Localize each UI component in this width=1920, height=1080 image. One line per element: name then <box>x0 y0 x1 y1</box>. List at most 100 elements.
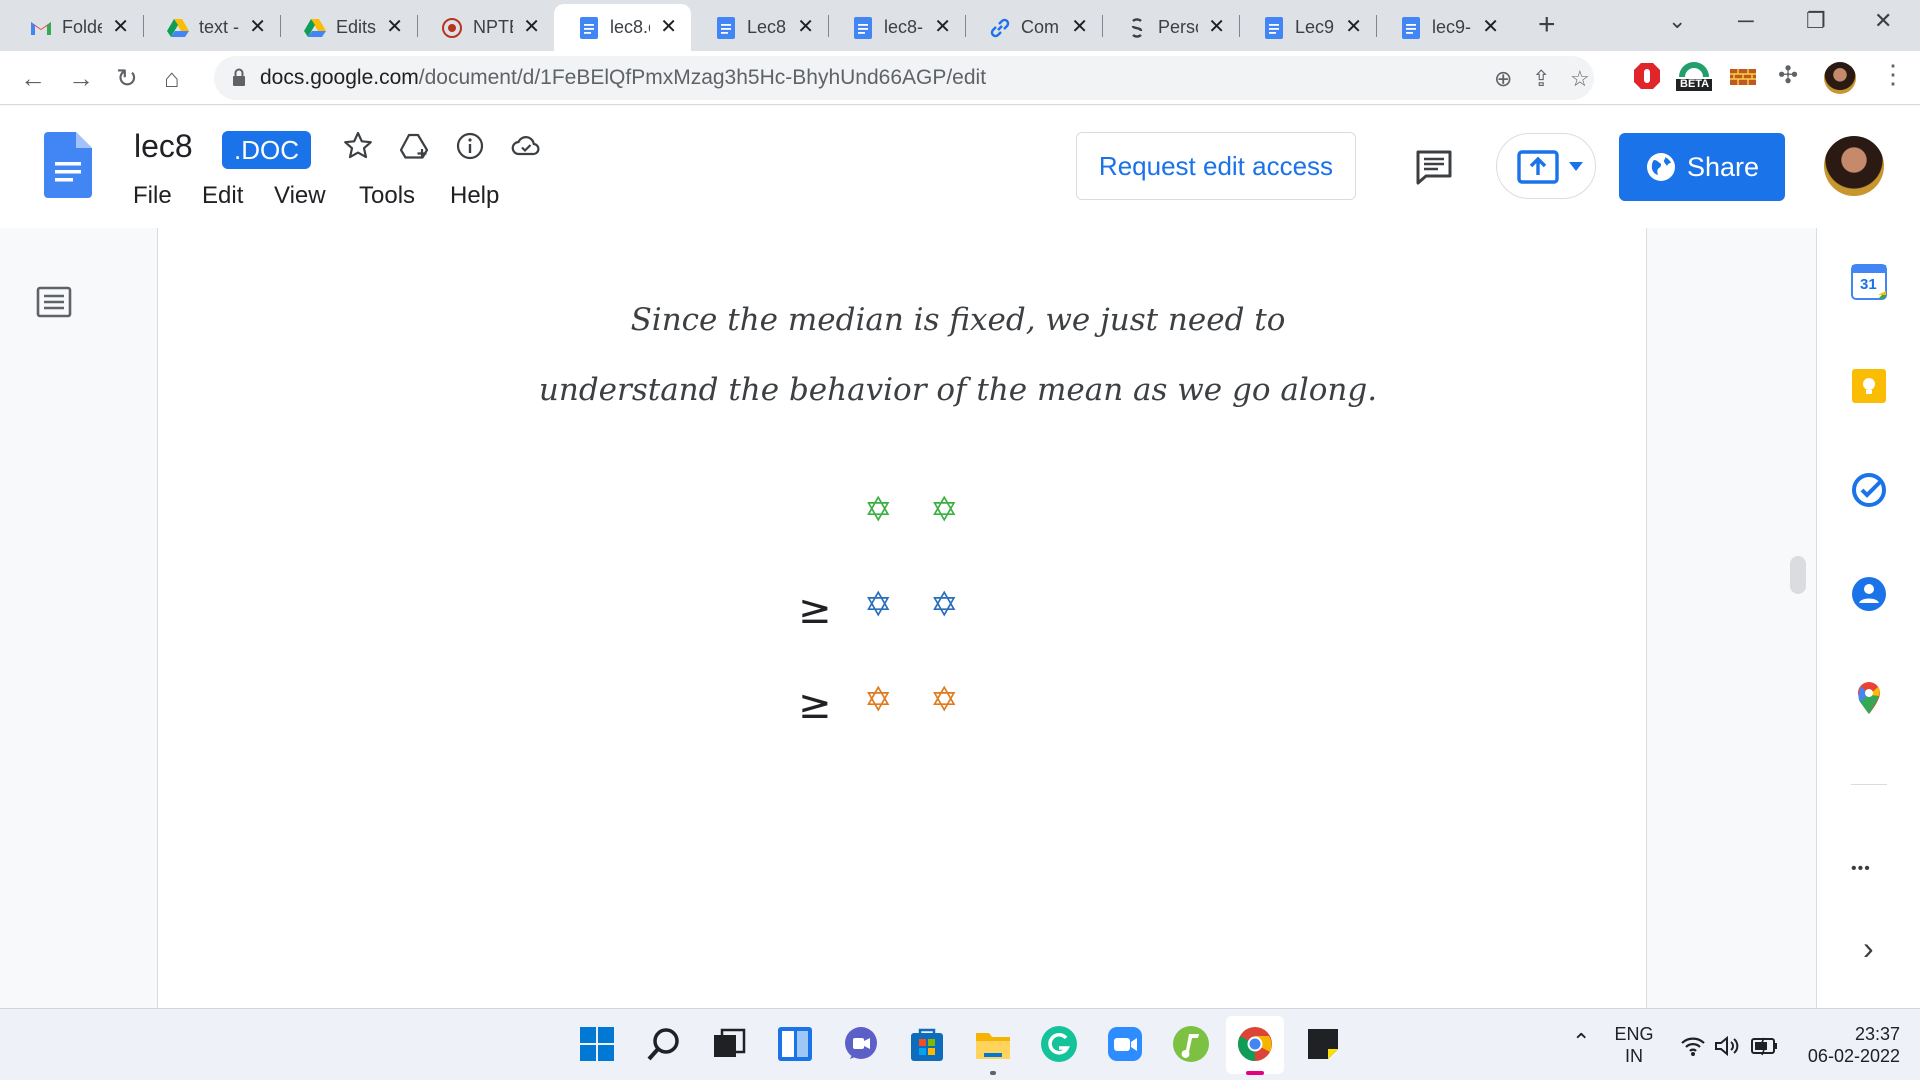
lock-icon[interactable] <box>232 68 246 86</box>
zoom-icon[interactable]: ⊕ <box>1494 66 1512 92</box>
tab-separator <box>280 15 281 37</box>
docs-logo-icon[interactable] <box>44 132 92 198</box>
close-tab-icon[interactable]: ✕ <box>386 15 403 39</box>
tab-title: text - <box>199 17 239 37</box>
menu-file[interactable]: File <box>133 182 172 210</box>
star-symbol: ✡ <box>864 680 893 720</box>
document-page[interactable]: Since the median is fixed, we just need … <box>157 228 1647 1008</box>
extensions-puzzle-icon[interactable]: ✣ <box>1778 61 1798 90</box>
close-tab-icon[interactable]: ✕ <box>523 15 540 39</box>
widgets-icon[interactable] <box>776 1025 814 1063</box>
close-tab-icon[interactable]: ✕ <box>934 15 951 39</box>
scrollbar-thumb[interactable] <box>1790 556 1806 594</box>
maps-icon[interactable] <box>1851 680 1887 716</box>
zoom-app-icon[interactable] <box>1106 1025 1144 1063</box>
beta-extension-icon[interactable]: BETA <box>1676 61 1712 91</box>
close-tab-icon[interactable]: ✕ <box>249 15 266 39</box>
brick-extension-icon[interactable] <box>1728 61 1758 91</box>
adblock-extension-icon[interactable] <box>1632 61 1662 91</box>
new-tab-button[interactable]: + <box>1538 10 1556 40</box>
language-indicator[interactable]: ENG IN <box>1612 1023 1656 1067</box>
menu-help[interactable]: Help <box>450 182 499 210</box>
keep-icon[interactable] <box>1851 368 1887 404</box>
browser-tab[interactable]: Folder ✕ <box>6 4 143 51</box>
task-view-icon[interactable] <box>710 1025 748 1063</box>
volume-icon[interactable] <box>1714 1035 1740 1057</box>
browser-tab[interactable]: lec9- ✕ <box>1376 4 1513 51</box>
file-explorer-icon[interactable] <box>974 1025 1012 1063</box>
share-page-icon[interactable]: ⇪ <box>1532 66 1550 92</box>
profile-avatar[interactable] <box>1824 62 1856 94</box>
chrome-icon[interactable] <box>1236 1025 1274 1063</box>
browser-tab[interactable]: Lec9 ✕ <box>1239 4 1376 51</box>
minimize-icon[interactable]: ─ <box>1738 8 1754 34</box>
chrome-menu-icon[interactable]: ⋮ <box>1880 59 1906 90</box>
windows-taskbar: ⌃ ENG IN 23:37 06-02-2022 <box>0 1008 1920 1080</box>
move-to-drive-icon[interactable] <box>398 130 430 162</box>
tab-search-icon[interactable]: ⌄ <box>1668 8 1686 34</box>
close-tab-icon[interactable]: ✕ <box>797 15 814 39</box>
search-icon[interactable] <box>645 1025 683 1063</box>
comments-icon[interactable] <box>1414 146 1454 186</box>
star-symbol: ✡ <box>930 680 959 720</box>
calendar-icon[interactable]: 31 <box>1851 264 1887 300</box>
close-tab-icon[interactable]: ✕ <box>1208 15 1225 39</box>
close-tab-icon[interactable]: ✕ <box>112 15 129 39</box>
sticky-notes-icon[interactable] <box>1304 1025 1342 1063</box>
store-icon[interactable] <box>908 1025 946 1063</box>
wifi-icon[interactable] <box>1680 1035 1706 1057</box>
music-app-icon[interactable] <box>1172 1025 1210 1063</box>
browser-tab[interactable]: Edits ✕ <box>280 4 417 51</box>
cloud-saved-icon[interactable] <box>510 130 542 162</box>
browser-tab[interactable]: Lec8 ✕ <box>691 4 828 51</box>
present-button[interactable] <box>1496 133 1596 199</box>
browser-tab[interactable]: Perso ✕ <box>1102 4 1239 51</box>
menu-edit[interactable]: Edit <box>202 182 243 210</box>
home-icon[interactable]: ⌂ <box>164 63 180 93</box>
forward-icon[interactable]: → <box>68 63 94 93</box>
account-avatar[interactable] <box>1824 136 1884 196</box>
document-title[interactable]: lec8 <box>134 128 193 165</box>
reload-icon[interactable]: ↻ <box>116 63 138 93</box>
close-tab-icon[interactable]: ✕ <box>1345 15 1362 39</box>
contacts-icon[interactable] <box>1851 576 1887 612</box>
menu-tools[interactable]: Tools <box>359 182 415 210</box>
close-tab-icon[interactable]: ✕ <box>660 15 677 39</box>
star-icon[interactable] <box>342 130 374 162</box>
symbol-row: ✡ ✡ <box>798 490 1038 540</box>
browser-tab[interactable]: lec8- ✕ <box>828 4 965 51</box>
browser-tab[interactable]: NPTEL ✕ <box>417 4 554 51</box>
tab-title: lec9- <box>1432 17 1472 37</box>
tab-title: Folder <box>62 17 102 37</box>
teams-chat-icon[interactable] <box>842 1025 880 1063</box>
address-bar[interactable]: docs.google.com/document/d/1FeBElQfPmxMz… <box>214 56 1594 100</box>
clock[interactable]: 23:37 06-02-2022 <box>1790 1023 1900 1067</box>
tray-overflow-icon[interactable]: ⌃ <box>1572 1031 1590 1053</box>
request-edit-access-button[interactable]: Request edit access <box>1076 132 1356 200</box>
battery-icon[interactable] <box>1750 1036 1778 1056</box>
windows-start-icon[interactable] <box>578 1025 616 1063</box>
outline-icon[interactable] <box>36 286 72 318</box>
share-button[interactable]: Share <box>1619 133 1785 201</box>
close-tab-icon[interactable]: ✕ <box>1482 15 1499 39</box>
drive-icon <box>167 17 189 39</box>
close-window-icon[interactable]: ✕ <box>1874 8 1892 34</box>
browser-tab[interactable]: text - ✕ <box>143 4 280 51</box>
close-tab-icon[interactable]: ✕ <box>1071 15 1088 39</box>
star-symbol: ✡ <box>930 585 959 625</box>
info-icon[interactable] <box>454 130 486 162</box>
tab-title: Lec8 <box>747 17 787 37</box>
tab-title: Lec9 <box>1295 17 1335 37</box>
grammarly-icon[interactable] <box>1040 1025 1078 1063</box>
expand-panel-icon[interactable]: › <box>1863 930 1874 967</box>
tasks-icon[interactable] <box>1851 472 1887 508</box>
back-icon[interactable]: ← <box>20 63 46 93</box>
bookmark-star-icon[interactable]: ☆ <box>1570 66 1590 92</box>
menu-view[interactable]: View <box>274 182 326 210</box>
more-icon[interactable]: ••• <box>1851 860 1871 878</box>
doc-format-badge: .DOC <box>222 131 311 169</box>
tab-title: Com <box>1021 17 1060 37</box>
browser-tab[interactable]: Com ✕ <box>965 4 1102 51</box>
browser-tab[interactable]: lec8.c ✕ <box>554 4 691 51</box>
restore-icon[interactable]: ❐ <box>1806 8 1826 34</box>
